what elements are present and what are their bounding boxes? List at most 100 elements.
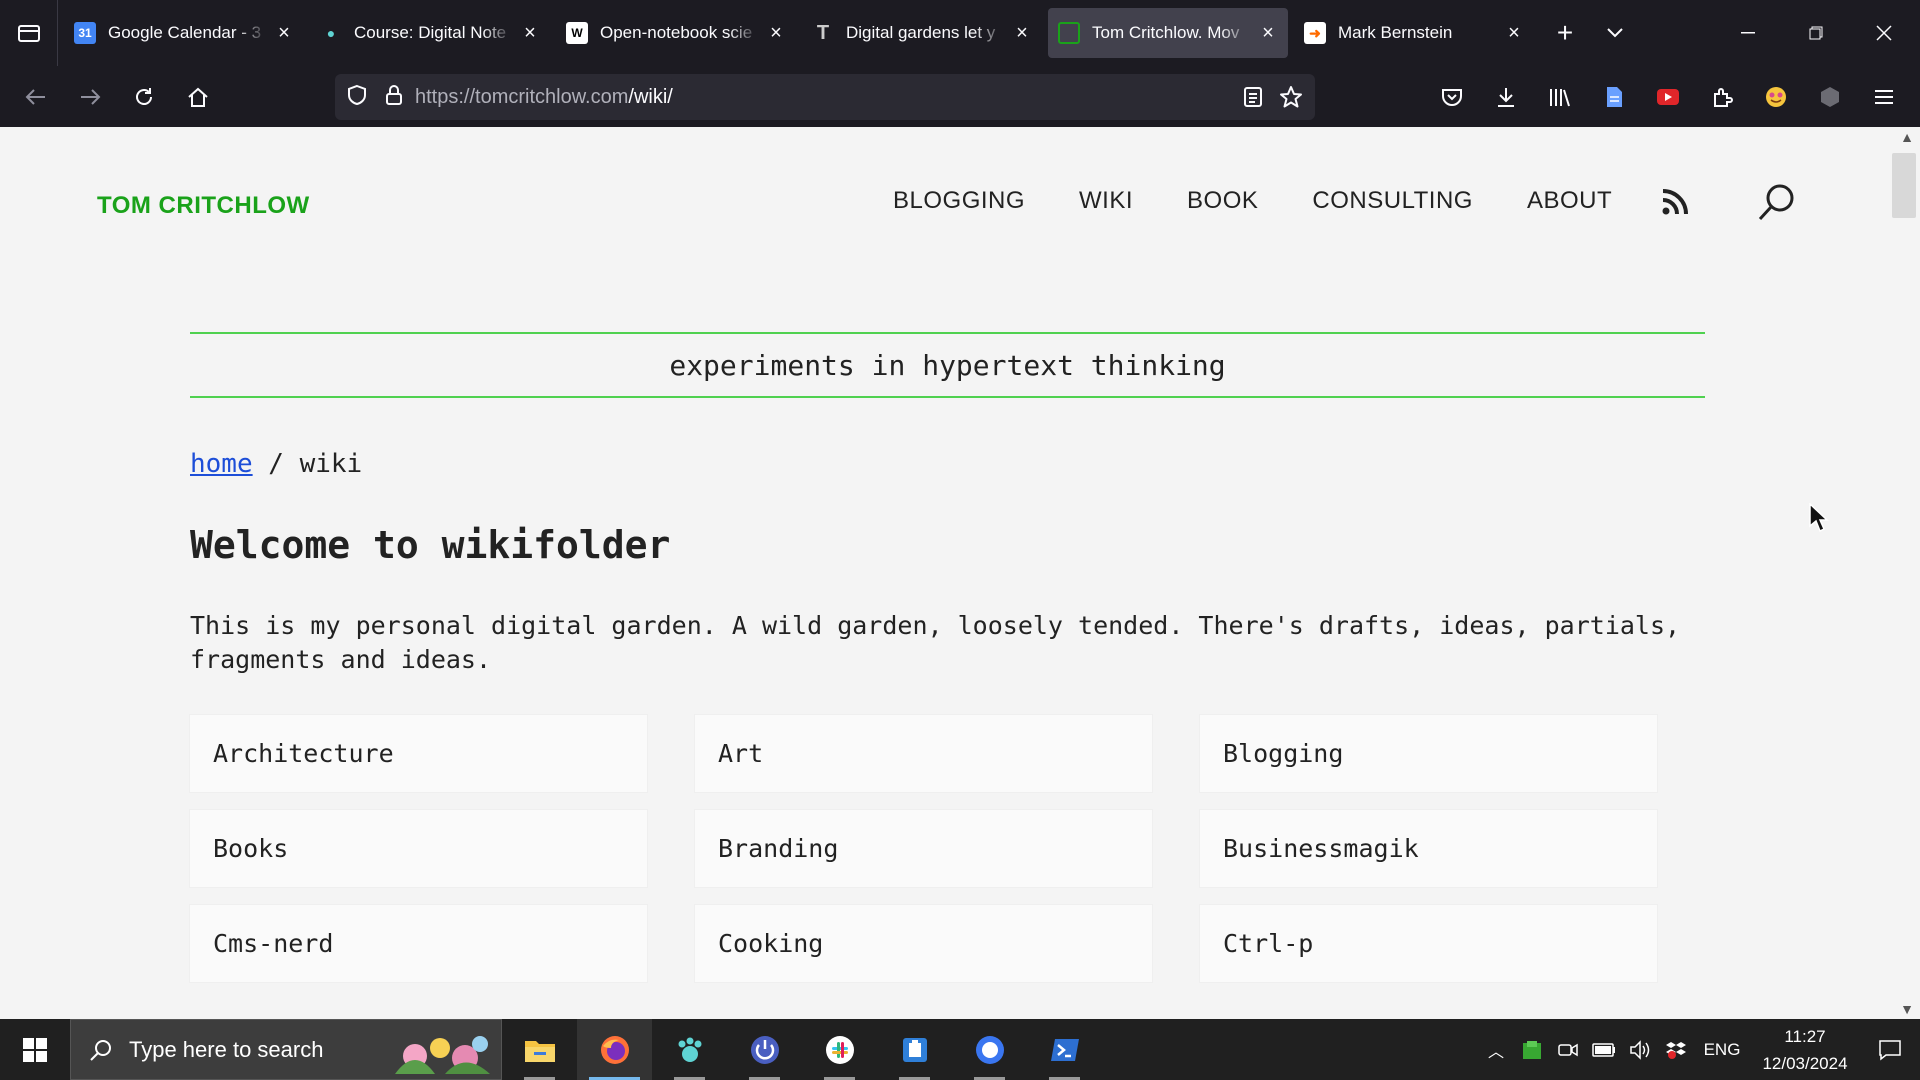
scroll-thumb[interactable] <box>1892 153 1916 218</box>
back-button[interactable] <box>9 75 63 119</box>
tab-1[interactable]: ● Course: Digital Note × <box>310 8 550 58</box>
taskbar-search-placeholder: Type here to search <box>129 1036 324 1062</box>
category-card[interactable]: Ctrl-p <box>1200 905 1657 982</box>
reader-view-icon[interactable] <box>1243 86 1263 113</box>
notifications-icon[interactable] <box>1860 1019 1920 1080</box>
star-icon[interactable] <box>1279 85 1303 114</box>
tab-label: Mark Bernstein <box>1338 23 1453 42</box>
green-tray-app-icon[interactable] <box>1514 1019 1550 1080</box>
mouse-cursor-icon <box>1809 502 1829 538</box>
scrollbar[interactable]: ▲ ▼ <box>1892 127 1920 1019</box>
site-navigation: BLOGGING WIKI BOOK CONSULTING ABOUT <box>893 187 1666 215</box>
dropbox-icon[interactable] <box>1658 1019 1694 1080</box>
slack-icon <box>825 1035 854 1064</box>
category-card[interactable]: Art <box>695 715 1152 792</box>
minimize-button[interactable] <box>1714 0 1782 66</box>
firefox-app[interactable] <box>577 1019 652 1080</box>
close-tab-icon[interactable]: × <box>1504 22 1524 45</box>
taskbar-search[interactable]: Type here to search <box>70 1019 502 1080</box>
category-card[interactable]: Architecture <box>190 715 647 792</box>
search-icon <box>90 1039 111 1061</box>
account-extension-icon[interactable] <box>1807 74 1853 120</box>
clipboard-app[interactable] <box>877 1019 952 1080</box>
forward-button[interactable] <box>63 75 117 119</box>
clock[interactable]: 11:27 12/03/2024 <box>1750 1023 1860 1077</box>
close-tab-icon[interactable]: × <box>766 22 786 45</box>
scroll-up-icon[interactable]: ▲ <box>1900 129 1914 145</box>
tab-4[interactable]: Tom Critchlow. Mov × <box>1048 8 1288 58</box>
nav-link-about[interactable]: ABOUT <box>1527 187 1612 215</box>
slack-app[interactable] <box>802 1019 877 1080</box>
close-tab-icon[interactable]: × <box>1258 22 1278 45</box>
file-explorer-app[interactable] <box>502 1019 577 1080</box>
firefox-view-button[interactable] <box>0 0 58 66</box>
paw-app[interactable] <box>652 1019 727 1080</box>
nav-link-consulting[interactable]: CONSULTING <box>1312 187 1473 215</box>
tab-0[interactable]: 31 Google Calendar - 3 × <box>64 8 304 58</box>
chevron-up-icon[interactable]: ︿ <box>1478 1019 1514 1080</box>
windows-icon <box>23 1037 47 1062</box>
document-extension-icon[interactable] <box>1591 74 1637 120</box>
hamburger-menu-icon[interactable] <box>1861 74 1907 120</box>
lock-icon[interactable] <box>385 84 403 111</box>
volume-icon[interactable] <box>1622 1019 1658 1080</box>
site-logo[interactable]: TOM CRITCHLOW <box>97 192 310 220</box>
nav-link-blogging[interactable]: BLOGGING <box>893 187 1025 215</box>
calendar-icon: 31 <box>74 22 96 44</box>
windows-taskbar: Type here to search ︿ ENG 11:27 12/03/20… <box>0 1019 1920 1080</box>
shield-icon[interactable] <box>347 84 367 111</box>
paw-app-icon <box>678 1037 701 1062</box>
url-text[interactable]: https://tomcritchlow.com/wiki/ <box>415 86 673 109</box>
breadcrumb-current: / wiki <box>252 449 363 479</box>
battery-icon[interactable] <box>1586 1019 1622 1080</box>
tab-2[interactable]: W Open-notebook scie × <box>556 8 796 58</box>
power-app-icon <box>750 1035 779 1064</box>
category-card[interactable]: Businessmagik <box>1200 810 1657 887</box>
emoji-extension-icon[interactable] <box>1753 74 1799 120</box>
category-card[interactable]: Blogging <box>1200 715 1657 792</box>
tabs: 31 Google Calendar - 3 × ● Course: Digital N… <box>58 8 1534 58</box>
nav-link-wiki[interactable]: WIKI <box>1079 187 1133 215</box>
start-button[interactable] <box>0 1019 70 1080</box>
address-bar[interactable]: https://tomcritchlow.com/wiki/ <box>335 74 1315 120</box>
clock-time: 11:27 <box>1784 1026 1826 1046</box>
signal-app[interactable] <box>952 1019 1027 1080</box>
category-card[interactable]: Books <box>190 810 647 887</box>
library-icon[interactable] <box>1537 74 1583 120</box>
clock-date: 12/03/2024 <box>1762 1053 1848 1073</box>
close-window-button[interactable] <box>1850 0 1918 66</box>
wikipedia-icon: W <box>566 22 588 44</box>
close-tab-icon[interactable]: × <box>520 22 540 45</box>
extensions-icon[interactable] <box>1699 74 1745 120</box>
list-all-tabs-button[interactable] <box>1590 8 1640 58</box>
meet-now-icon[interactable] <box>1550 1019 1586 1080</box>
nav-link-book[interactable]: BOOK <box>1187 187 1258 215</box>
close-tab-icon[interactable]: × <box>274 22 294 45</box>
powershell-app[interactable] <box>1027 1019 1102 1080</box>
home-button[interactable] <box>171 75 225 119</box>
flowers-illustration-icon <box>395 1036 490 1074</box>
category-card[interactable]: Cooking <box>695 905 1152 982</box>
scroll-down-icon[interactable]: ▼ <box>1900 1001 1914 1017</box>
reload-button[interactable] <box>117 75 171 119</box>
restore-button[interactable] <box>1782 0 1850 66</box>
search-icon[interactable] <box>1757 182 1797 227</box>
system-tray: ︿ ENG 11:27 12/03/2024 <box>1478 1019 1920 1080</box>
chevron-down-icon <box>1607 28 1623 38</box>
rss-icon[interactable] <box>1662 189 1688 220</box>
new-tab-button[interactable]: + <box>1540 8 1590 58</box>
breadcrumb-home-link[interactable]: home <box>190 449 253 479</box>
category-card[interactable]: Cms-nerd <box>190 905 647 982</box>
category-card[interactable]: Branding <box>695 810 1152 887</box>
power-app[interactable] <box>727 1019 802 1080</box>
close-tab-icon[interactable]: × <box>1012 22 1032 45</box>
tab-label: Tom Critchlow. Mov <box>1092 23 1240 42</box>
pocket-icon[interactable] <box>1429 74 1475 120</box>
firefox-view-icon <box>17 25 40 42</box>
language-indicator[interactable]: ENG <box>1694 1019 1750 1080</box>
youtube-extension-icon[interactable] <box>1645 74 1691 120</box>
browser-chrome: 31 Google Calendar - 3 × ● Course: Digital N… <box>0 0 1920 127</box>
tab-3[interactable]: T Digital gardens let y × <box>802 8 1042 58</box>
downloads-icon[interactable] <box>1483 74 1529 120</box>
tab-5[interactable]: ➜ Mark Bernstein × <box>1294 8 1534 58</box>
